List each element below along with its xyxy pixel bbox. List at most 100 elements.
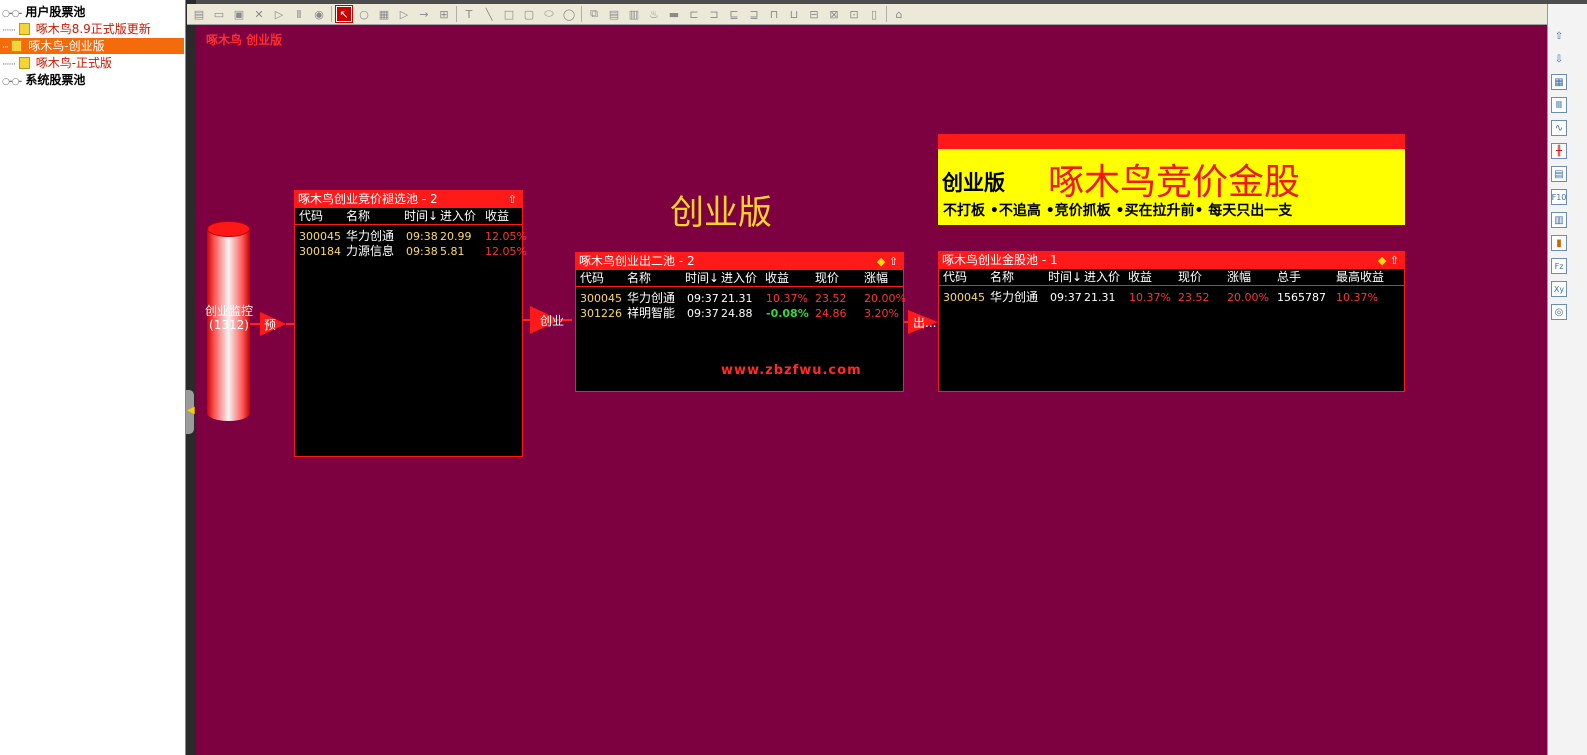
f10-icon[interactable]: F10 xyxy=(1551,189,1567,205)
text-tool-icon[interactable]: T xyxy=(461,6,477,22)
settings-icon[interactable]: ◎ xyxy=(1551,304,1567,320)
ellipse-tool-icon[interactable]: ⬭ xyxy=(541,6,557,22)
same-width-icon[interactable]: ⊟ xyxy=(806,6,822,22)
tree-item-update[interactable]: ······· 啄木鸟8.9正式版更新 xyxy=(0,21,151,37)
column-header[interactable]: 代码 xyxy=(580,270,604,287)
collapse-arrow-icon[interactable]: ◀ xyxy=(187,405,195,416)
report-icon[interactable]: ▥ xyxy=(1551,212,1567,228)
save-icon[interactable]: ▣ xyxy=(231,6,247,22)
table-row[interactable]: 300045 华力创通 09:37 21.31 10.37% 23.52 20.… xyxy=(576,291,906,306)
arrow-up-icon[interactable]: ⇧ xyxy=(1551,28,1567,44)
column-header[interactable]: 时间↓ xyxy=(685,270,719,287)
grid-tool-icon[interactable]: ▦ xyxy=(376,6,392,22)
pause-icon[interactable]: Ⅱ xyxy=(291,6,307,22)
same-height-icon[interactable]: ⊠ xyxy=(826,6,842,22)
indicator-icon[interactable]: Xy xyxy=(1551,281,1567,297)
column-header[interactable]: 名称 xyxy=(627,270,651,287)
cell-time: 09:38 xyxy=(406,245,438,258)
line-tool-icon[interactable]: ╲ xyxy=(481,6,497,22)
column-header[interactable]: 现价 xyxy=(815,270,839,287)
align-left-icon[interactable]: ⊏ xyxy=(686,6,702,22)
collapse-up-icon[interactable]: ⇧ xyxy=(508,191,517,208)
circle-tool-icon[interactable]: ○ xyxy=(356,6,372,22)
book-icon[interactable]: ▮ xyxy=(1551,235,1567,251)
play-icon[interactable]: ▷ xyxy=(271,6,287,22)
banner-edition: 创业版 xyxy=(942,171,1005,195)
column-header[interactable]: 时间↓ xyxy=(404,208,438,225)
tree-node-user-pool[interactable]: ○-○- 用户股票池 xyxy=(2,4,85,20)
copy-icon[interactable]: ⧉ xyxy=(586,6,602,22)
paste-icon[interactable]: ▤ xyxy=(606,6,622,22)
column-header[interactable]: 总手 xyxy=(1277,269,1301,286)
column-header[interactable]: 时间↓ xyxy=(1048,269,1082,286)
delete-icon[interactable]: ▥ xyxy=(626,6,642,22)
rounded-rect-tool-icon[interactable]: ▢ xyxy=(521,6,537,22)
align-bottom-icon[interactable]: ⊔ xyxy=(786,6,802,22)
diamond-icon[interactable]: ◆ xyxy=(877,255,885,268)
tree-node-system-pool[interactable]: ○-○- 系统股票池 xyxy=(2,72,85,88)
column-header[interactable]: 现价 xyxy=(1178,269,1202,286)
column-header[interactable]: 收益 xyxy=(1128,269,1152,286)
table-row[interactable]: 300045 华力创通 09:37 21.31 10.37% 23.52 20.… xyxy=(939,290,1404,305)
close-icon[interactable]: ✕ xyxy=(251,6,267,22)
open-icon[interactable]: ▭ xyxy=(211,6,227,22)
column-header[interactable]: 最高收益 xyxy=(1336,269,1384,286)
connector-tool-icon[interactable]: ⊞ xyxy=(436,6,452,22)
align-top-icon[interactable]: ⊒ xyxy=(746,6,762,22)
collapse-up-icon[interactable]: ⇧ xyxy=(889,255,898,268)
column-header[interactable]: 代码 xyxy=(943,269,967,286)
fill-icon[interactable]: ♨ xyxy=(646,6,662,22)
flow-arrow-pre[interactable]: 预 xyxy=(250,312,294,336)
column-header[interactable]: 收益 xyxy=(765,270,789,287)
arrow-down-icon[interactable]: ⇩ xyxy=(1551,51,1567,67)
columns-icon[interactable]: Ⅲ xyxy=(1551,97,1567,113)
candlestick-icon[interactable]: ╫ xyxy=(1551,143,1567,159)
flow-arrow-out[interactable]: 出... xyxy=(904,310,940,334)
table-row[interactable]: 300184 力源信息 09:38 5.81 12.05% xyxy=(295,244,527,259)
new-document-icon[interactable]: ▤ xyxy=(191,6,207,22)
formula-icon[interactable]: Fz xyxy=(1551,258,1567,274)
column-header[interactable]: 进入价 xyxy=(440,208,476,225)
pointer-select-icon[interactable]: ↖ xyxy=(335,5,353,23)
table-row[interactable]: 301226 祥明智能 09:37 24.88 -0.08% 24.86 3.2… xyxy=(576,306,903,321)
diamond-icon[interactable]: ◆ xyxy=(1378,254,1386,267)
same-size-icon[interactable]: ⊡ xyxy=(846,6,862,22)
distribute-icon[interactable]: ▯ xyxy=(866,6,882,22)
align-center-icon[interactable]: ⊐ xyxy=(706,6,722,22)
table-icon[interactable]: ▤ xyxy=(1551,166,1567,182)
column-header[interactable]: 涨幅 xyxy=(864,270,888,287)
column-header[interactable]: 涨幅 xyxy=(1227,269,1251,286)
cell-code: 300045 xyxy=(943,291,985,304)
cell-return: 10.37% xyxy=(1129,291,1171,304)
arrow-tool-icon[interactable]: → xyxy=(416,6,432,22)
column-header[interactable]: 进入价 xyxy=(1084,269,1120,286)
column-header[interactable]: 代码 xyxy=(299,208,323,225)
column-header[interactable]: 收益 xyxy=(485,208,509,225)
stop-icon[interactable]: ◉ xyxy=(311,6,327,22)
pool-panel-auction[interactable]: 啄木鸟创业竞价褪选池 - 2 ⇧ 代码 名称 时间↓ 进入价 收益 300045… xyxy=(294,190,527,457)
pool-panel-gold[interactable]: 啄木鸟创业金股池 - 1 ◆ ⇧ 代码 名称 时间↓ 进入价 收益 现价 涨幅 … xyxy=(938,251,1405,392)
table-header: 代码 名称 时间↓ 进入价 收益 xyxy=(295,208,522,225)
column-header[interactable]: 名称 xyxy=(346,208,370,225)
tree-item-release[interactable]: ······· 啄木鸟-正式版 xyxy=(0,55,112,71)
tree-connector: ······· xyxy=(2,26,16,36)
align-right-icon[interactable]: ⊑ xyxy=(726,6,742,22)
flow-arrow-startup[interactable]: 创业 xyxy=(522,306,572,334)
collapse-up-icon[interactable]: ⇧ xyxy=(1390,254,1399,267)
triangle-tool-icon[interactable]: ▷ xyxy=(396,6,412,22)
cylinder-top xyxy=(207,221,250,237)
line-width-icon[interactable]: ▬ xyxy=(666,6,682,22)
table-row[interactable]: 300045 华力创通 09:38 20.99 12.05% xyxy=(295,229,527,244)
column-header[interactable]: 名称 xyxy=(990,269,1014,286)
rectangle-tool-icon[interactable]: □ xyxy=(501,6,517,22)
tree-item-startup[interactable]: ··· 啄木鸟-创业版 xyxy=(0,38,184,54)
cell-name: 华力创通 xyxy=(627,291,676,305)
properties-icon[interactable]: ⌂ xyxy=(891,6,907,22)
promo-banner: 创业版 啄木鸟竞价金股 不打板 •不追高 •竞价抓板 •买在拉升前• 每天只出一… xyxy=(938,134,1405,225)
column-header[interactable]: 进入价 xyxy=(721,270,757,287)
panel-splitter[interactable] xyxy=(186,0,196,755)
chart-view-icon[interactable]: ▦ xyxy=(1551,74,1567,90)
align-middle-icon[interactable]: ⊓ xyxy=(766,6,782,22)
circle-shape-icon[interactable]: ◯ xyxy=(561,6,577,22)
line-chart-icon[interactable]: ∿ xyxy=(1551,120,1567,136)
